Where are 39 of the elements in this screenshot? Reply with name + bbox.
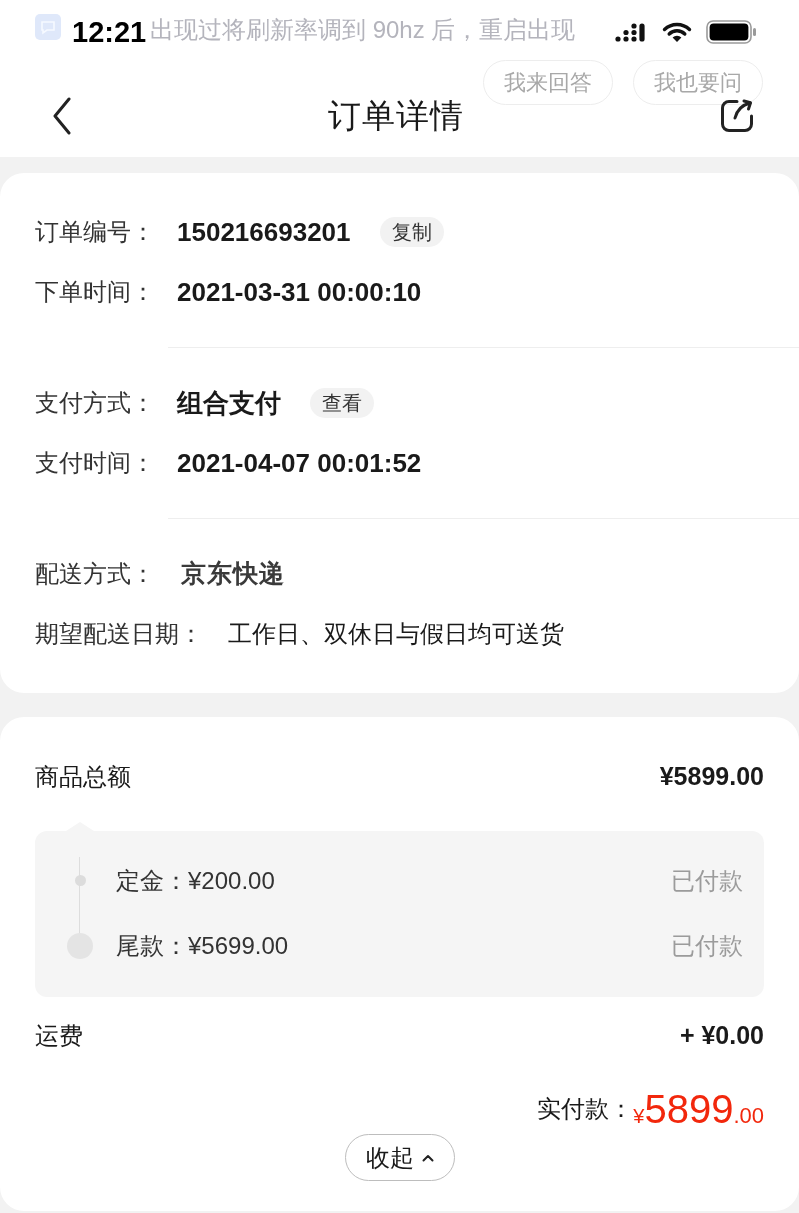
field-label: 配送方式： xyxy=(35,559,155,589)
status-time: 12:21 xyxy=(72,17,147,47)
shipping-label: 运费 xyxy=(35,1021,83,1051)
share-icon xyxy=(719,97,755,134)
field-label: 下单时间： xyxy=(35,277,155,307)
field-value: 2021-03-31 00:00:10 xyxy=(177,275,422,309)
signal-icon xyxy=(615,22,648,42)
chevron-left-icon xyxy=(52,96,72,135)
installment-text: 定金：¥200.00 xyxy=(116,865,275,896)
field-value: 150216693201 xyxy=(177,215,351,249)
collapse-button[interactable]: 收起 xyxy=(344,1134,455,1181)
battery-icon xyxy=(706,20,757,44)
subtotal-value: ¥5899.00 xyxy=(659,761,764,793)
action-button[interactable]: 查看 xyxy=(310,388,374,418)
field-label: 期望配送日期： xyxy=(35,619,203,649)
field-value: 2021-04-07 00:01:52 xyxy=(177,446,422,480)
caret-up-icon xyxy=(421,1153,434,1162)
field-value: 工作日、双休日与假日均可送货 xyxy=(228,619,564,649)
shipping-value: + ¥0.00 xyxy=(679,1020,764,1052)
total-label: 实付款： xyxy=(537,1094,634,1122)
courier-logo-text: 京东快递 xyxy=(181,558,285,590)
notification-text: 出现过将刷新率调到 90hz 后，重启出现 xyxy=(150,15,576,45)
page-title: 订单详情 xyxy=(327,99,464,132)
field-label: 支付时间： xyxy=(35,448,155,478)
field-label: 订单编号： xyxy=(35,217,155,247)
chat-bubble-icon xyxy=(35,14,61,40)
timeline-marker-icon xyxy=(74,875,86,886)
field-label: 支付方式： xyxy=(35,388,155,418)
back-button[interactable] xyxy=(52,96,72,135)
field-value: 组合支付 xyxy=(177,386,281,420)
installment-text: 尾款：¥5699.00 xyxy=(116,930,289,961)
total-amount: ¥5899.00 xyxy=(633,1089,764,1129)
payment-status: 已付款 xyxy=(671,930,743,961)
subtotal-label: 商品总额 xyxy=(35,762,131,792)
share-button[interactable] xyxy=(719,97,755,134)
timeline-marker-icon xyxy=(67,932,93,959)
wifi-icon xyxy=(662,21,692,43)
payment-status: 已付款 xyxy=(671,865,743,896)
action-button[interactable]: 复制 xyxy=(379,217,444,247)
